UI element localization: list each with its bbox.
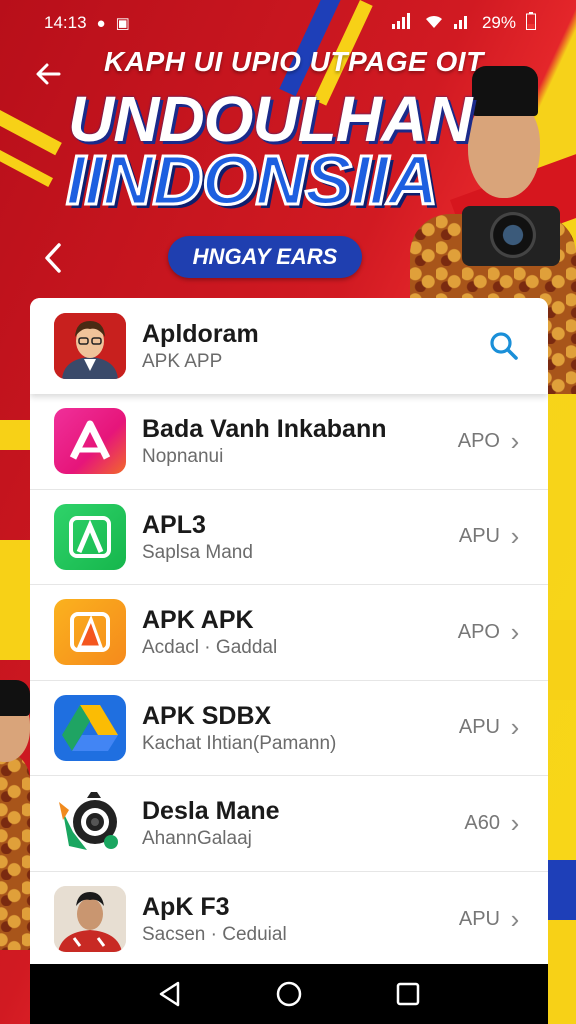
app-subtitle: AhannGalaaj	[142, 828, 252, 850]
chevron-right-icon: ›	[510, 807, 520, 838]
app-subtitle: Kachat Ihtian(Pamann)	[142, 732, 337, 754]
camera-icon	[462, 206, 560, 266]
chevron-right-icon: ›	[510, 521, 520, 552]
back-arrow-icon[interactable]	[30, 56, 66, 92]
chevron-right-icon: ›	[510, 616, 520, 647]
list-item[interactable]: APK APK Acdacl · Gaddal APO ›	[30, 585, 548, 681]
wifi-icon	[424, 13, 444, 33]
list-item[interactable]: Bada Vanh Inkabann Nopnanui APO ›	[30, 394, 548, 490]
app-title: APK SDBX	[142, 701, 272, 730]
signal-icon	[391, 13, 414, 33]
featured-app-row[interactable]: Apldoram APK APP	[30, 298, 548, 394]
app-tag: APU	[458, 716, 500, 739]
app-subtitle: Saplsa Mand	[142, 541, 253, 563]
app-title: ApK F3	[142, 893, 230, 922]
featured-app-title: Apldoram	[142, 320, 259, 348]
status-time: 14:13	[44, 13, 87, 32]
status-bar: 14:13 ● ▣ 29%	[0, 0, 576, 46]
nav-back-icon[interactable]	[148, 972, 192, 1016]
avatar-man-icon	[54, 313, 126, 379]
app-title: Desla Mane	[142, 797, 280, 826]
app-tag: A60	[464, 811, 500, 834]
banner-headline-2: IINDONSIIA	[64, 140, 439, 221]
banner-pill-label: HNGAY EARS	[192, 244, 338, 269]
search-icon[interactable]	[484, 326, 524, 366]
app-list-card: Apldoram APK APP Bada Vanh Inkabann Nopn…	[30, 298, 548, 964]
gear-camera-icon	[54, 790, 126, 857]
chevron-right-icon: ›	[510, 712, 520, 743]
carousel-prev-icon[interactable]	[38, 238, 68, 278]
banner-pill-button[interactable]: HNGAY EARS	[168, 236, 362, 278]
app-subtitle: Acdacl · Gaddal	[142, 637, 278, 659]
portrait-icon	[54, 886, 126, 953]
featured-app-subtitle: APK APP	[142, 351, 223, 372]
list-item[interactable]: Desla Mane AhannGalaaj A60 ›	[30, 776, 548, 872]
battery-percent: 29%	[481, 13, 516, 32]
banner-subtitle: KAPH UI UPIO UTPAGE OIT	[104, 46, 484, 77]
banner-person-left	[0, 680, 30, 950]
app-tag: APO	[457, 429, 500, 452]
app-title: APK APK	[142, 606, 254, 635]
list-item[interactable]: APK SDBX Kachat Ihtian(Pamann) APU ›	[30, 681, 548, 776]
app-tag: APU	[458, 525, 500, 548]
notification-icon: ▣	[115, 15, 130, 32]
app-tag: APO	[457, 620, 500, 643]
app-title: Bada Vanh Inkabann	[142, 415, 387, 444]
app-subtitle: Nopnanui	[142, 446, 224, 468]
nav-home-icon[interactable]	[267, 972, 311, 1016]
app-tag: APU	[458, 907, 500, 930]
list-item[interactable]: ApK F3 Sacsen · Ceduial APU ›	[30, 872, 548, 965]
drive-triangle-icon	[54, 694, 126, 761]
chevron-right-icon: ›	[510, 425, 520, 456]
app-title: APL3	[142, 510, 206, 539]
app-subtitle: Sacsen · Ceduial	[142, 924, 287, 946]
system-nav-bar	[30, 964, 548, 1024]
green-a-icon	[54, 503, 126, 570]
nav-recents-icon[interactable]	[386, 972, 430, 1016]
chevron-right-icon: ›	[510, 903, 520, 934]
signal-icon-2	[453, 13, 472, 33]
location-icon: ●	[96, 14, 106, 32]
orange-a-icon	[54, 599, 126, 666]
battery-icon	[526, 11, 536, 35]
list-item[interactable]: APL3 Saplsa Mand APU ›	[30, 490, 548, 585]
magenta-a-icon	[54, 408, 126, 475]
